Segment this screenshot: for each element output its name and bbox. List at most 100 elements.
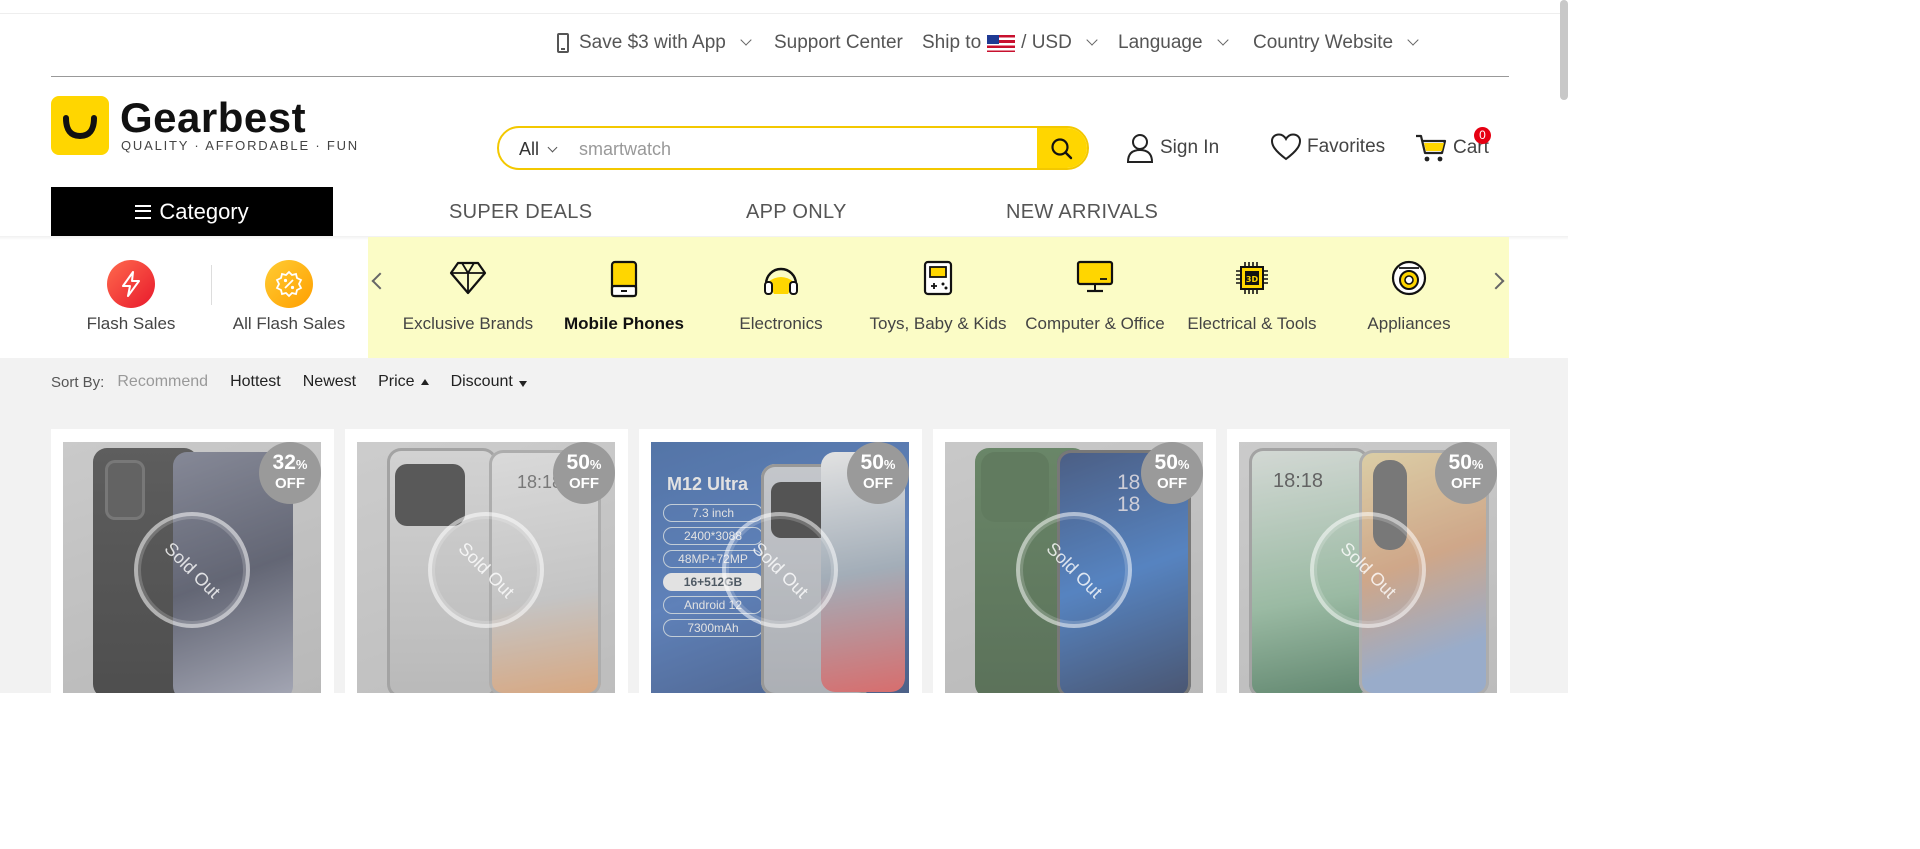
sort-hottest[interactable]: Hottest xyxy=(230,373,281,391)
discount-off-label: OFF xyxy=(275,475,305,492)
product-card[interactable]: M12 Ultra 7.3 inch 2400*3088 48MP+72MP 1… xyxy=(639,429,922,693)
sort-newest[interactable]: Newest xyxy=(303,373,356,391)
category-toys-baby-kids[interactable]: Toys, Baby & Kids xyxy=(860,260,1016,334)
us-flag-icon xyxy=(987,34,1016,52)
gearbest-logo[interactable]: Gearbest QUALITY · AFFORDABLE · FUN xyxy=(51,94,357,158)
chip-3d-icon: 3D xyxy=(1236,262,1268,294)
sign-in-label: Sign In xyxy=(1160,137,1220,158)
page-scrollbar[interactable] xyxy=(1560,0,1568,100)
search-category-label: All xyxy=(519,139,540,159)
lightning-icon xyxy=(107,260,155,308)
sort-option-label: Recommend xyxy=(117,373,209,390)
product-image[interactable]: M12 Ultra 7.3 inch 2400*3088 48MP+72MP 1… xyxy=(651,442,909,693)
discount-unit: % xyxy=(589,457,602,472)
search-input[interactable] xyxy=(579,136,1029,162)
product-card[interactable]: 18:18 Sold Out 50% OFF xyxy=(345,429,628,693)
favorites-link[interactable]: Favorites xyxy=(1271,133,1385,161)
game-console-icon xyxy=(923,260,953,296)
discount-off-label: OFF xyxy=(569,475,599,492)
chevron-down-icon xyxy=(547,142,558,152)
all-flash-sales-link[interactable]: All Flash Sales xyxy=(211,260,367,334)
search-button[interactable] xyxy=(1037,128,1087,168)
country-website-dropdown[interactable]: Country Website xyxy=(1253,32,1419,54)
language-label: Language xyxy=(1118,32,1203,53)
product-card[interactable]: 18:18 Sold Out 50% OFF xyxy=(1227,429,1510,693)
category-appliances[interactable]: Appliances xyxy=(1331,260,1487,334)
product-image[interactable]: 18:18 Sold Out 50% OFF xyxy=(1239,442,1497,693)
discount-value: 50 xyxy=(1154,451,1178,474)
category-menu-button[interactable]: Category xyxy=(51,187,333,236)
nav-super-deals[interactable]: SUPER DEALS xyxy=(449,201,592,224)
category-label: Computer & Office xyxy=(1025,314,1165,333)
logo-mark-icon xyxy=(51,96,109,155)
country-website-label: Country Website xyxy=(1253,32,1394,53)
brand-name: Gearbest xyxy=(120,94,307,141)
sold-out-stamp: Sold Out xyxy=(722,512,838,628)
discount-badge: 50% OFF xyxy=(1141,442,1203,504)
nav-new-arrivals[interactable]: NEW ARRIVALS xyxy=(1006,201,1158,224)
sort-price[interactable]: Price xyxy=(378,373,429,391)
currency-label: / USD xyxy=(1021,32,1072,53)
sort-by-label: Sort By: xyxy=(51,373,105,391)
sort-option-label: Price xyxy=(378,373,415,390)
heart-icon xyxy=(1271,133,1301,161)
chevron-down-icon xyxy=(1407,34,1419,46)
discount-unit: % xyxy=(883,457,896,472)
diamond-icon xyxy=(449,261,487,295)
discount-badge: 32% OFF xyxy=(259,442,321,504)
sort-discount[interactable]: Discount xyxy=(451,373,527,391)
category-label: Category xyxy=(159,198,249,224)
support-label: Support Center xyxy=(774,32,903,53)
sort-option-label: Discount xyxy=(450,373,513,390)
category-electronics[interactable]: Electronics xyxy=(703,260,859,334)
app-promo-dropdown[interactable]: Save $3 with App xyxy=(557,32,752,54)
category-label: Electronics xyxy=(739,314,823,333)
product-image[interactable]: 18:18 Sold Out 50% OFF xyxy=(357,442,615,693)
product-card[interactable]: 18 18 Sold Out 50% OFF xyxy=(933,429,1216,693)
nav-app-only[interactable]: APP ONLY xyxy=(746,201,847,224)
ship-to-label: Ship to xyxy=(922,32,982,53)
search-category-dropdown[interactable]: All xyxy=(519,139,558,160)
sold-out-stamp: Sold Out xyxy=(1310,512,1426,628)
chevron-down-icon xyxy=(1216,34,1229,46)
app-promo-label: Save $3 with App xyxy=(579,32,726,53)
sold-out-label: Sold Out xyxy=(1042,537,1107,602)
discount-badge: 50% OFF xyxy=(847,442,909,504)
cart-count-badge: 0 xyxy=(1474,127,1491,144)
discount-badge-icon xyxy=(265,260,313,308)
discount-off-label: OFF xyxy=(863,475,893,492)
discount-off-label: OFF xyxy=(1451,475,1481,492)
search-bar: All xyxy=(497,126,1089,170)
top-border xyxy=(0,0,1568,14)
discount-value: 32 xyxy=(272,451,296,474)
sort-option-label: Newest xyxy=(302,373,357,390)
product-image[interactable]: 18 18 Sold Out 50% OFF xyxy=(945,442,1203,693)
sign-in-link[interactable]: Sign In xyxy=(1126,133,1219,163)
sold-out-stamp: Sold Out xyxy=(134,512,250,628)
sort-recommend[interactable]: Recommend xyxy=(117,373,208,391)
flash-sales-link[interactable]: Flash Sales xyxy=(53,260,209,334)
discount-unit: % xyxy=(295,457,308,472)
brand-tagline: QUALITY · AFFORDABLE · FUN xyxy=(121,138,359,153)
discount-value: 50 xyxy=(1448,451,1472,474)
ship-to-dropdown[interactable]: Ship to / USD xyxy=(922,32,1098,54)
cart-icon xyxy=(1416,134,1447,162)
sort-asc-icon xyxy=(420,379,429,385)
language-dropdown[interactable]: Language xyxy=(1118,32,1229,54)
discount-badge: 50% OFF xyxy=(553,442,615,504)
discount-off-label: OFF xyxy=(1157,475,1187,492)
category-electrical-tools[interactable]: 3D Electrical & Tools xyxy=(1174,260,1330,334)
discount-value: 50 xyxy=(860,451,884,474)
product-card[interactable]: Sold Out 32% OFF xyxy=(51,429,334,693)
category-computer-office[interactable]: Computer & Office xyxy=(1017,260,1173,334)
sort-option-label: Hottest xyxy=(230,373,281,390)
category-mobile-phones[interactable]: Mobile Phones xyxy=(546,260,702,334)
discount-badge: 50% OFF xyxy=(1435,442,1497,504)
sold-out-stamp: Sold Out xyxy=(428,512,544,628)
discount-unit: % xyxy=(1471,457,1484,472)
mobile-phone-icon xyxy=(557,33,569,53)
support-center-link[interactable]: Support Center xyxy=(774,32,903,54)
category-exclusive-brands[interactable]: Exclusive Brands xyxy=(390,260,546,334)
product-image[interactable]: Sold Out 32% OFF xyxy=(63,442,321,693)
category-label: Mobile Phones xyxy=(564,314,684,333)
